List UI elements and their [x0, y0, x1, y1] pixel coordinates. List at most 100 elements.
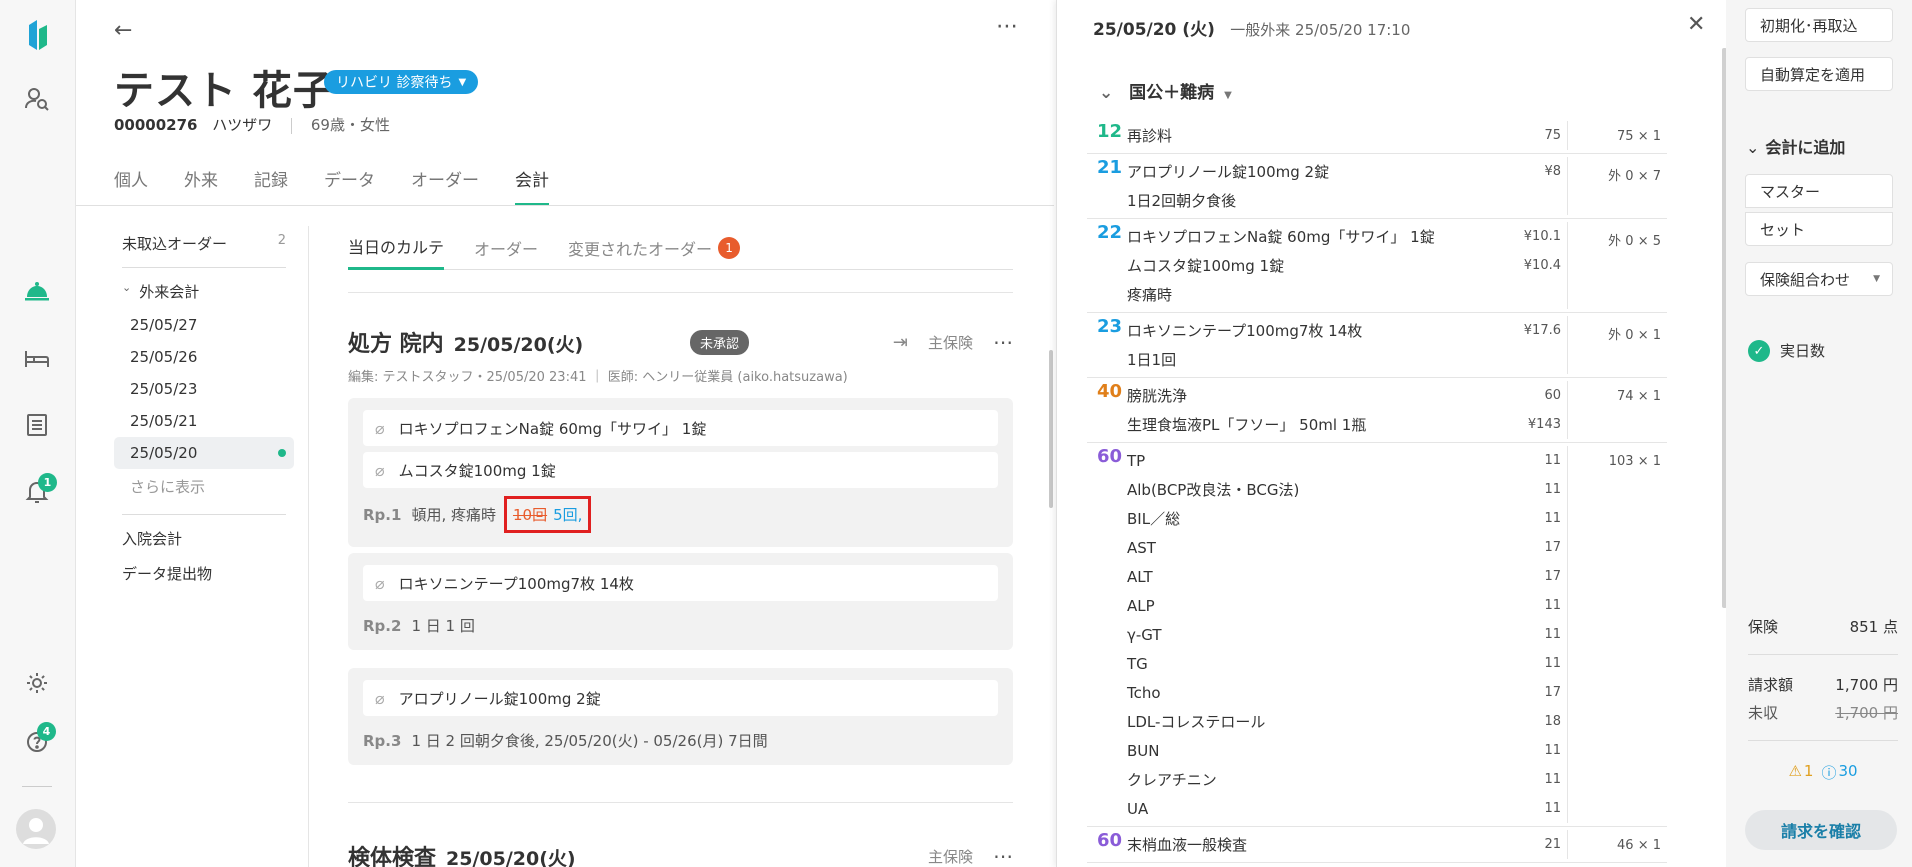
rp-box[interactable]: ⌀ アロプリノール錠100mg 2錠 Rp.3 1 日 2 回朝夕食後, 25/0…: [348, 668, 1013, 765]
unpaid-amount-label: 未収: [1748, 704, 1779, 722]
chevron-down-icon: ⌄: [122, 281, 132, 294]
patient-age-sex: 69歳・女性: [310, 116, 390, 134]
lab-section-header: 検体検査 25/05/20(火) 主保険 ⋯: [348, 840, 1013, 867]
reset-reimport-button[interactable]: 初期化･再取込: [1745, 8, 1893, 42]
drug-name: ロキソニンテープ100mg7枚 14枚: [398, 574, 634, 593]
billed-amount-label: 請求額: [1748, 676, 1794, 694]
insurance-group-toggle[interactable]: ⌄ 国公＋難病 ▼: [1099, 78, 1232, 103]
billing-item-points: 11: [1544, 598, 1561, 613]
reception-bell-icon[interactable]: [22, 276, 52, 306]
app-logo[interactable]: [22, 20, 52, 50]
uncollected-orders-item[interactable]: 未取込オーダー 2: [114, 226, 294, 261]
billing-code: 40: [1097, 381, 1123, 402]
patient-kana: ハツザワ: [212, 116, 273, 134]
billing-item-name: 疼痛時: [1127, 286, 1173, 304]
drug-row[interactable]: ⌀ アロプリノール錠100mg 2錠: [363, 680, 998, 716]
set-button[interactable]: セット: [1745, 212, 1893, 246]
rp-usage-text: 頓用, 疼痛時: [411, 506, 496, 524]
actual-days-toggle[interactable]: ✓ 実日数: [1748, 340, 1898, 362]
billing-item: 末梢血液一般検査 21: [1127, 830, 1567, 859]
confirm-billing-button[interactable]: 請求を確認: [1745, 810, 1897, 850]
billing-item: BIL／総 11: [1127, 504, 1567, 533]
import-icon[interactable]: ⇥: [893, 332, 908, 353]
tab-karte-orders[interactable]: オーダー: [474, 226, 538, 270]
alerts-summary[interactable]: ⚠ 1 ⓘ 30: [1748, 762, 1898, 783]
tab-orders[interactable]: オーダー: [411, 166, 479, 206]
apply-auto-calc-button[interactable]: 自動算定を適用: [1745, 57, 1893, 91]
date-item[interactable]: 25/05/26: [114, 341, 294, 373]
more-menu-icon[interactable]: ⋯: [993, 330, 1013, 354]
billing-item: 再診料 75: [1127, 121, 1567, 150]
billing-code: 60: [1097, 446, 1123, 467]
warning-icon: ⚠: [1788, 762, 1802, 780]
billing-items: 膀胱洗浄 60 生理食塩液PL「フソー」 50ml 1瓶 ¥143: [1127, 381, 1567, 439]
more-menu-icon[interactable]: ⋯: [996, 14, 1019, 39]
patient-search-icon[interactable]: [22, 84, 52, 114]
billing-item-name: 膀胱洗浄: [1127, 387, 1188, 405]
date-item-selected[interactable]: 25/05/20: [114, 437, 294, 469]
paperclip-icon: ⌀: [375, 688, 385, 708]
billing-row[interactable]: 22 ロキソプロフェンNa錠 60mg「サワイ」 1錠 ¥10.1 ムコスタ錠100m…: [1087, 219, 1667, 313]
prescription-section-header: 処方 院内 25/05/20(火) 未承認 ⇥ 主保険 ⋯: [348, 326, 1013, 357]
date-item[interactable]: 25/05/27: [114, 309, 294, 341]
insurance-combo-dropdown[interactable]: 保険組合わせ ▼: [1745, 262, 1893, 296]
back-arrow-icon[interactable]: ←: [114, 18, 132, 43]
drug-row[interactable]: ⌀ ロキソプロフェンNa錠 60mg「サワイ」 1錠: [363, 410, 998, 446]
more-menu-icon[interactable]: ⋯: [993, 844, 1013, 867]
bed-icon[interactable]: [22, 343, 52, 373]
billing-header: 25/05/20 (火) 一般外来 25/05/20 17:10: [1093, 15, 1410, 40]
patient-status-label: リハビリ 診察待ち: [336, 75, 453, 91]
tab-personal[interactable]: 個人: [114, 166, 148, 206]
show-more-link[interactable]: さらに表示: [114, 469, 294, 504]
billing-item: γ-GT 11: [1127, 620, 1567, 649]
billing-item-name: 1日2回朝夕食後: [1127, 192, 1237, 210]
tab-records[interactable]: 記録: [254, 166, 288, 206]
billing-row[interactable]: 23 ロキソニンテープ100mg7枚 14枚 ¥17.6 1日1回 外 0 × 1: [1087, 313, 1667, 378]
outpatient-accounting-group[interactable]: ⌄ 外来会計: [114, 274, 294, 309]
insurance-label[interactable]: 主保険: [928, 846, 973, 867]
karte-panel: 当日のカルテ オーダー 変更されたオーダー 1 処方 院内 25/05/20(火)…: [348, 226, 1013, 867]
rp-box[interactable]: ⌀ ロキソプロフェンNa錠 60mg「サワイ」 1錠 ⌀ ムコスタ錠100mg 1錠…: [348, 398, 1013, 547]
drug-name: ロキソプロフェンNa錠 60mg「サワイ」 1錠: [398, 419, 707, 438]
nav-divider: [22, 786, 52, 787]
tab-divider: [76, 205, 1054, 206]
billing-row[interactable]: 21 アロプリノール錠100mg 2錠 ¥8 1日2回朝夕食後 外 0 × 7: [1087, 154, 1667, 219]
drug-row[interactable]: ⌀ ムコスタ錠100mg 1錠: [363, 452, 998, 488]
avatar[interactable]: [15, 808, 57, 850]
billing-row[interactable]: 40 膀胱洗浄 60 生理食塩液PL「フソー」 50ml 1瓶 ¥143 74 × 1: [1087, 378, 1667, 443]
billing-item: BUN 11: [1127, 736, 1567, 765]
main-scrollbar[interactable]: [1049, 350, 1053, 508]
close-icon[interactable]: ✕: [1687, 12, 1705, 37]
add-to-billing-header[interactable]: ⌄ 会計に追加: [1746, 134, 1845, 158]
caret-down-icon: ▼: [1224, 90, 1232, 101]
billing-item-points: ¥8: [1544, 164, 1561, 179]
billing-item-name: BUN: [1127, 741, 1160, 760]
insurance-points-label: 保険: [1748, 618, 1779, 636]
active-dot: [278, 449, 286, 457]
date-item[interactable]: 25/05/21: [114, 405, 294, 437]
patient-status-dropdown[interactable]: リハビリ 診察待ち ▼: [324, 70, 479, 94]
rp-box[interactable]: ⌀ ロキソニンテープ100mg7枚 14枚 Rp.2 1 日 1 回: [348, 553, 1013, 650]
tab-today-karte[interactable]: 当日のカルテ: [348, 226, 445, 270]
drug-row[interactable]: ⌀ ロキソニンテープ100mg7枚 14枚: [363, 565, 998, 601]
data-submission-item[interactable]: データ提出物: [114, 556, 294, 591]
tab-accounting[interactable]: 会計: [515, 166, 549, 206]
unpaid-amount: 未収 1,700 円: [1748, 702, 1898, 723]
list-icon[interactable]: [22, 410, 52, 440]
caret-down-icon: ▼: [1873, 274, 1880, 284]
gear-icon[interactable]: [22, 668, 52, 698]
tab-outpatient[interactable]: 外来: [184, 166, 218, 206]
billing-items: ロキソニンテープ100mg7枚 14枚 ¥17.6 1日1回: [1127, 316, 1567, 374]
billing-row[interactable]: 12 再診料 75 75 × 1: [1087, 118, 1667, 154]
insurance-label[interactable]: 主保険: [928, 332, 973, 353]
master-button[interactable]: マスター: [1745, 174, 1893, 208]
insurance-points-value: 851 点: [1849, 618, 1898, 636]
billing-row[interactable]: 60 TP 11 Alb(BCP改良法・BCG法) 11 BIL／総 11 AST 17 ALT 1…: [1087, 443, 1667, 827]
billing-row[interactable]: 60 末梢血液一般検査 21 46 × 1: [1087, 827, 1667, 863]
tab-data[interactable]: データ: [324, 166, 375, 206]
tab-changed-orders[interactable]: 変更されたオーダー 1: [568, 226, 741, 270]
date-item[interactable]: 25/05/23: [114, 373, 294, 405]
billing-item-points: 21: [1544, 837, 1561, 852]
inpatient-accounting-item[interactable]: 入院会計: [114, 521, 294, 556]
billing-item-points: 17: [1544, 685, 1561, 700]
